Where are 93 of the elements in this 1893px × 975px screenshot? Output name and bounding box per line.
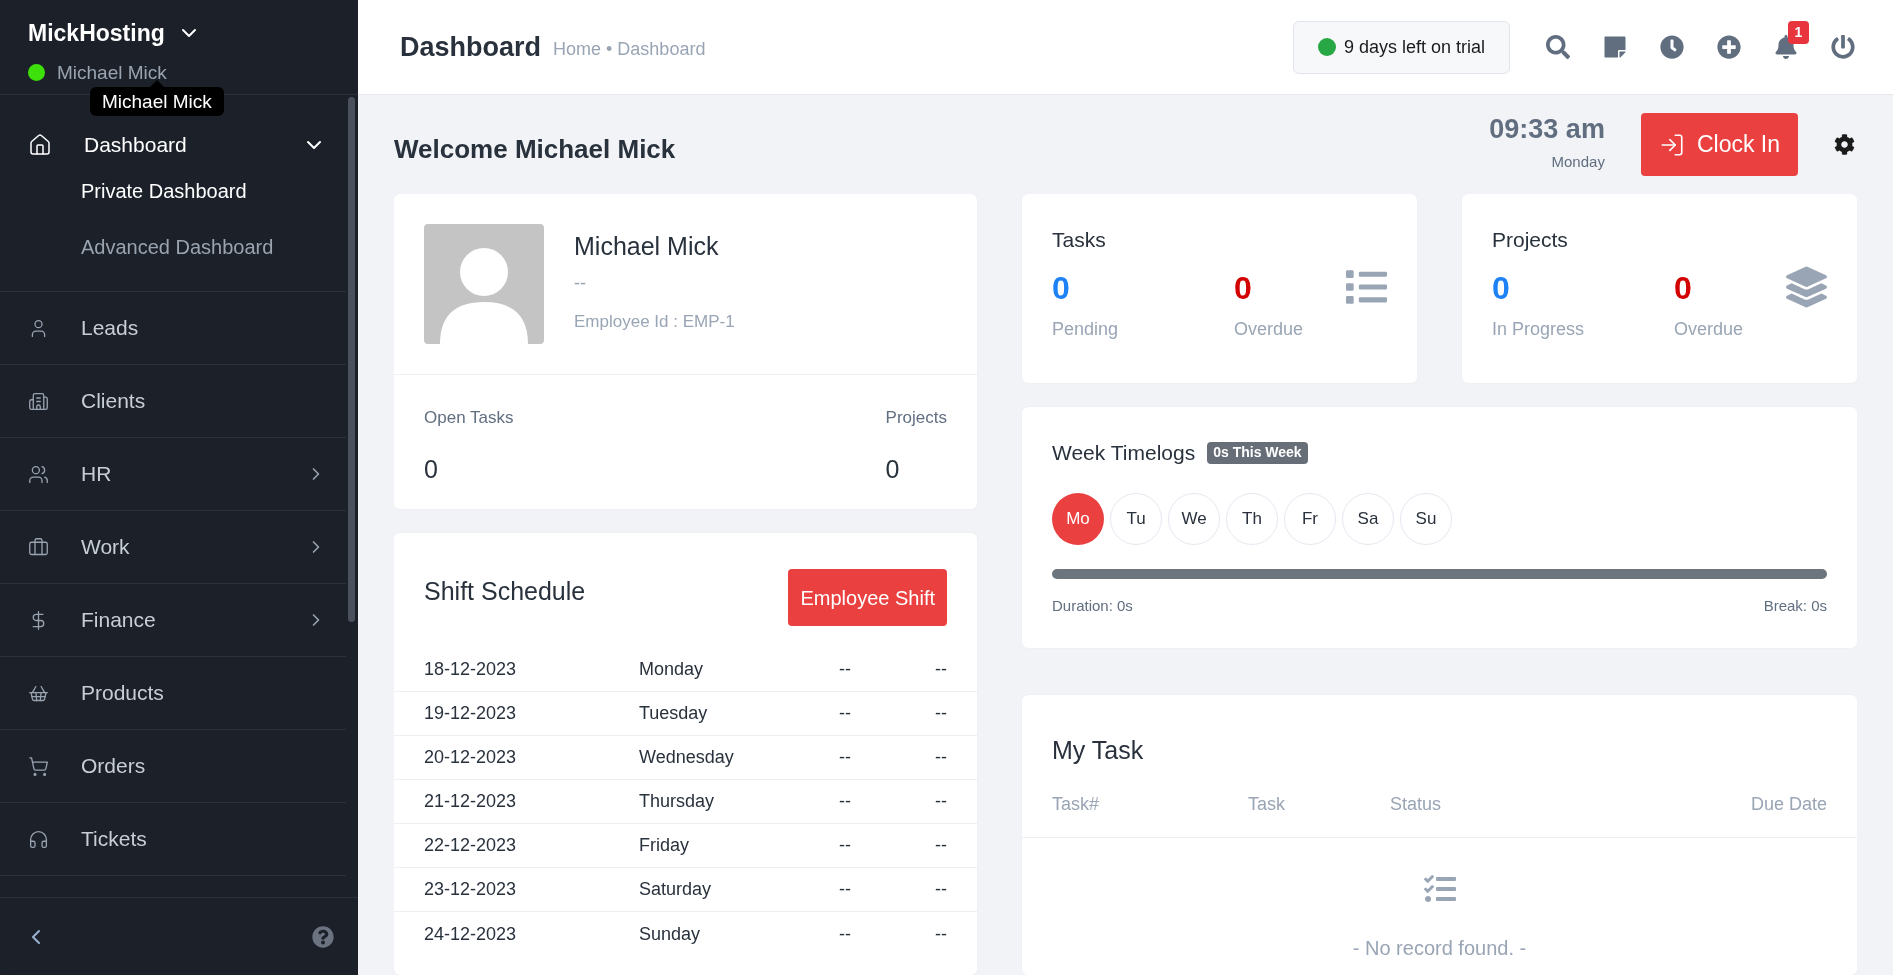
- briefcase-icon: [28, 536, 49, 558]
- scrollbar[interactable]: [348, 97, 355, 622]
- welcome-heading: Welcome Michael Mick: [394, 133, 676, 166]
- table-cell-text: --: [934, 922, 947, 946]
- table-cell-text: Wednesday: [639, 746, 735, 769]
- user-name[interactable]: Michael Mick: [57, 58, 167, 87]
- card-title: Shift Schedule: [424, 576, 586, 607]
- table-cell-text: --: [839, 790, 852, 813]
- notification-badge: 1: [1788, 21, 1809, 44]
- table-cell-text: 22-12-2023: [424, 834, 518, 857]
- table-cell-text: Saturday: [639, 878, 713, 901]
- table-cell-text: --: [934, 702, 947, 725]
- empty-message: - No record found. -: [1352, 935, 1527, 961]
- employee-id: Employee Id : EMP-1: [574, 310, 735, 333]
- profile-name: Michael Mick: [574, 231, 720, 262]
- home-icon: [28, 133, 52, 157]
- table-cell-text: Tuesday: [639, 702, 709, 725]
- nav-item[interactable]: Clients: [0, 365, 346, 437]
- nav-item[interactable]: Finance: [0, 584, 346, 656]
- table-cell-text: 19-12-2023: [424, 702, 518, 725]
- table-cell-text: --: [934, 658, 947, 681]
- trial-badge[interactable]: 9 days left on trial: [1292, 20, 1510, 74]
- column-header: Task#: [1052, 793, 1101, 816]
- table-cell-text: --: [934, 790, 947, 813]
- table-cell-text: Sunday: [639, 922, 702, 946]
- column-header: Status: [1390, 793, 1443, 816]
- employee-shift-button[interactable]: Employee Shift: [788, 569, 947, 626]
- stat-label: Open Tasks: [424, 407, 514, 429]
- stat-value[interactable]: 0: [1052, 271, 1164, 304]
- table-cell-text: --: [934, 746, 947, 769]
- building-icon: [28, 390, 49, 412]
- nav-item[interactable]: Products: [0, 657, 346, 729]
- stat-label: Overdue: [1674, 317, 1745, 341]
- table-cell-text: --: [839, 658, 852, 681]
- stat-value[interactable]: 0: [1674, 271, 1786, 304]
- clock-in-button[interactable]: Clock In: [1640, 113, 1798, 176]
- table-cell-text: 20-12-2023: [424, 746, 518, 769]
- stat-value[interactable]: 0: [1492, 271, 1604, 304]
- settings-icon[interactable]: [1834, 134, 1855, 155]
- table-cell-text: 18-12-2023: [424, 658, 518, 681]
- table-cell-text: Monday: [639, 658, 705, 681]
- table-cell-text: Thursday: [639, 790, 716, 813]
- clock-icon[interactable]: [1660, 35, 1684, 59]
- page-title: Dashboard: [400, 30, 542, 64]
- sticky-note-icon[interactable]: [1603, 35, 1627, 59]
- day-tab[interactable]: Mo: [1052, 492, 1104, 545]
- card-title: Projects: [1492, 227, 1569, 253]
- stat-value[interactable]: 0: [424, 450, 438, 488]
- card-title: Week Timelogs: [1052, 440, 1196, 466]
- break-label: Break: 0s: [1763, 595, 1827, 616]
- column-header: Task: [1248, 793, 1286, 816]
- clock-day: Monday: [1551, 150, 1605, 174]
- designation: --: [574, 271, 587, 295]
- table-cell-text: --: [934, 878, 947, 901]
- people-icon: [28, 463, 49, 485]
- week-total-badge: 0s This Week: [1207, 441, 1308, 464]
- stat-label: In Progress: [1492, 317, 1586, 341]
- duration-label: Duration: 0s: [1052, 595, 1133, 616]
- search-icon[interactable]: [1546, 35, 1570, 59]
- table-cell-text: --: [839, 702, 852, 725]
- table-cell-text: --: [934, 834, 947, 857]
- table-cell-text: --: [839, 878, 852, 901]
- power-icon[interactable]: [1831, 35, 1855, 59]
- layers-icon: [1786, 266, 1827, 308]
- headset-icon: [28, 828, 49, 850]
- card-title: Tasks: [1052, 227, 1107, 253]
- table-cell-text: 21-12-2023: [424, 790, 518, 813]
- clock-time: 09:33 am: [1489, 115, 1605, 143]
- table-cell-text: --: [839, 746, 852, 769]
- nav-item[interactable]: Orders: [0, 730, 346, 802]
- nav-subitem[interactable]: Advanced Dashboard: [0, 219, 346, 275]
- bell-icon[interactable]: [1774, 35, 1798, 59]
- nav-item[interactable]: Tickets: [0, 803, 346, 875]
- help-icon[interactable]: [312, 925, 334, 948]
- nav-item[interactable]: Work: [0, 511, 346, 583]
- tooltip: Michael Mick: [90, 87, 224, 116]
- table-cell-text: 23-12-2023: [424, 878, 518, 901]
- stat-label: Pending: [1052, 317, 1120, 341]
- column-header: Due Date: [1750, 793, 1827, 816]
- card-title: My Task: [1051, 735, 1145, 766]
- stat-value[interactable]: 0: [885, 450, 900, 488]
- cart-icon: [28, 755, 49, 777]
- table-cell-text: 24-12-2023: [424, 922, 518, 946]
- nav-item[interactable]: HR: [0, 438, 346, 510]
- task-list-icon: [1423, 872, 1456, 905]
- stat-label: Overdue: [1234, 317, 1305, 341]
- stat-label: Projects: [885, 407, 947, 429]
- table-cell-text: --: [839, 922, 852, 946]
- stat-value[interactable]: 0: [1234, 271, 1346, 304]
- brand-name[interactable]: MickHosting: [28, 16, 165, 51]
- table-cell-text: Friday: [639, 834, 690, 857]
- table-cell-text: --: [839, 834, 852, 857]
- nav-item[interactable]: Leads: [0, 292, 346, 364]
